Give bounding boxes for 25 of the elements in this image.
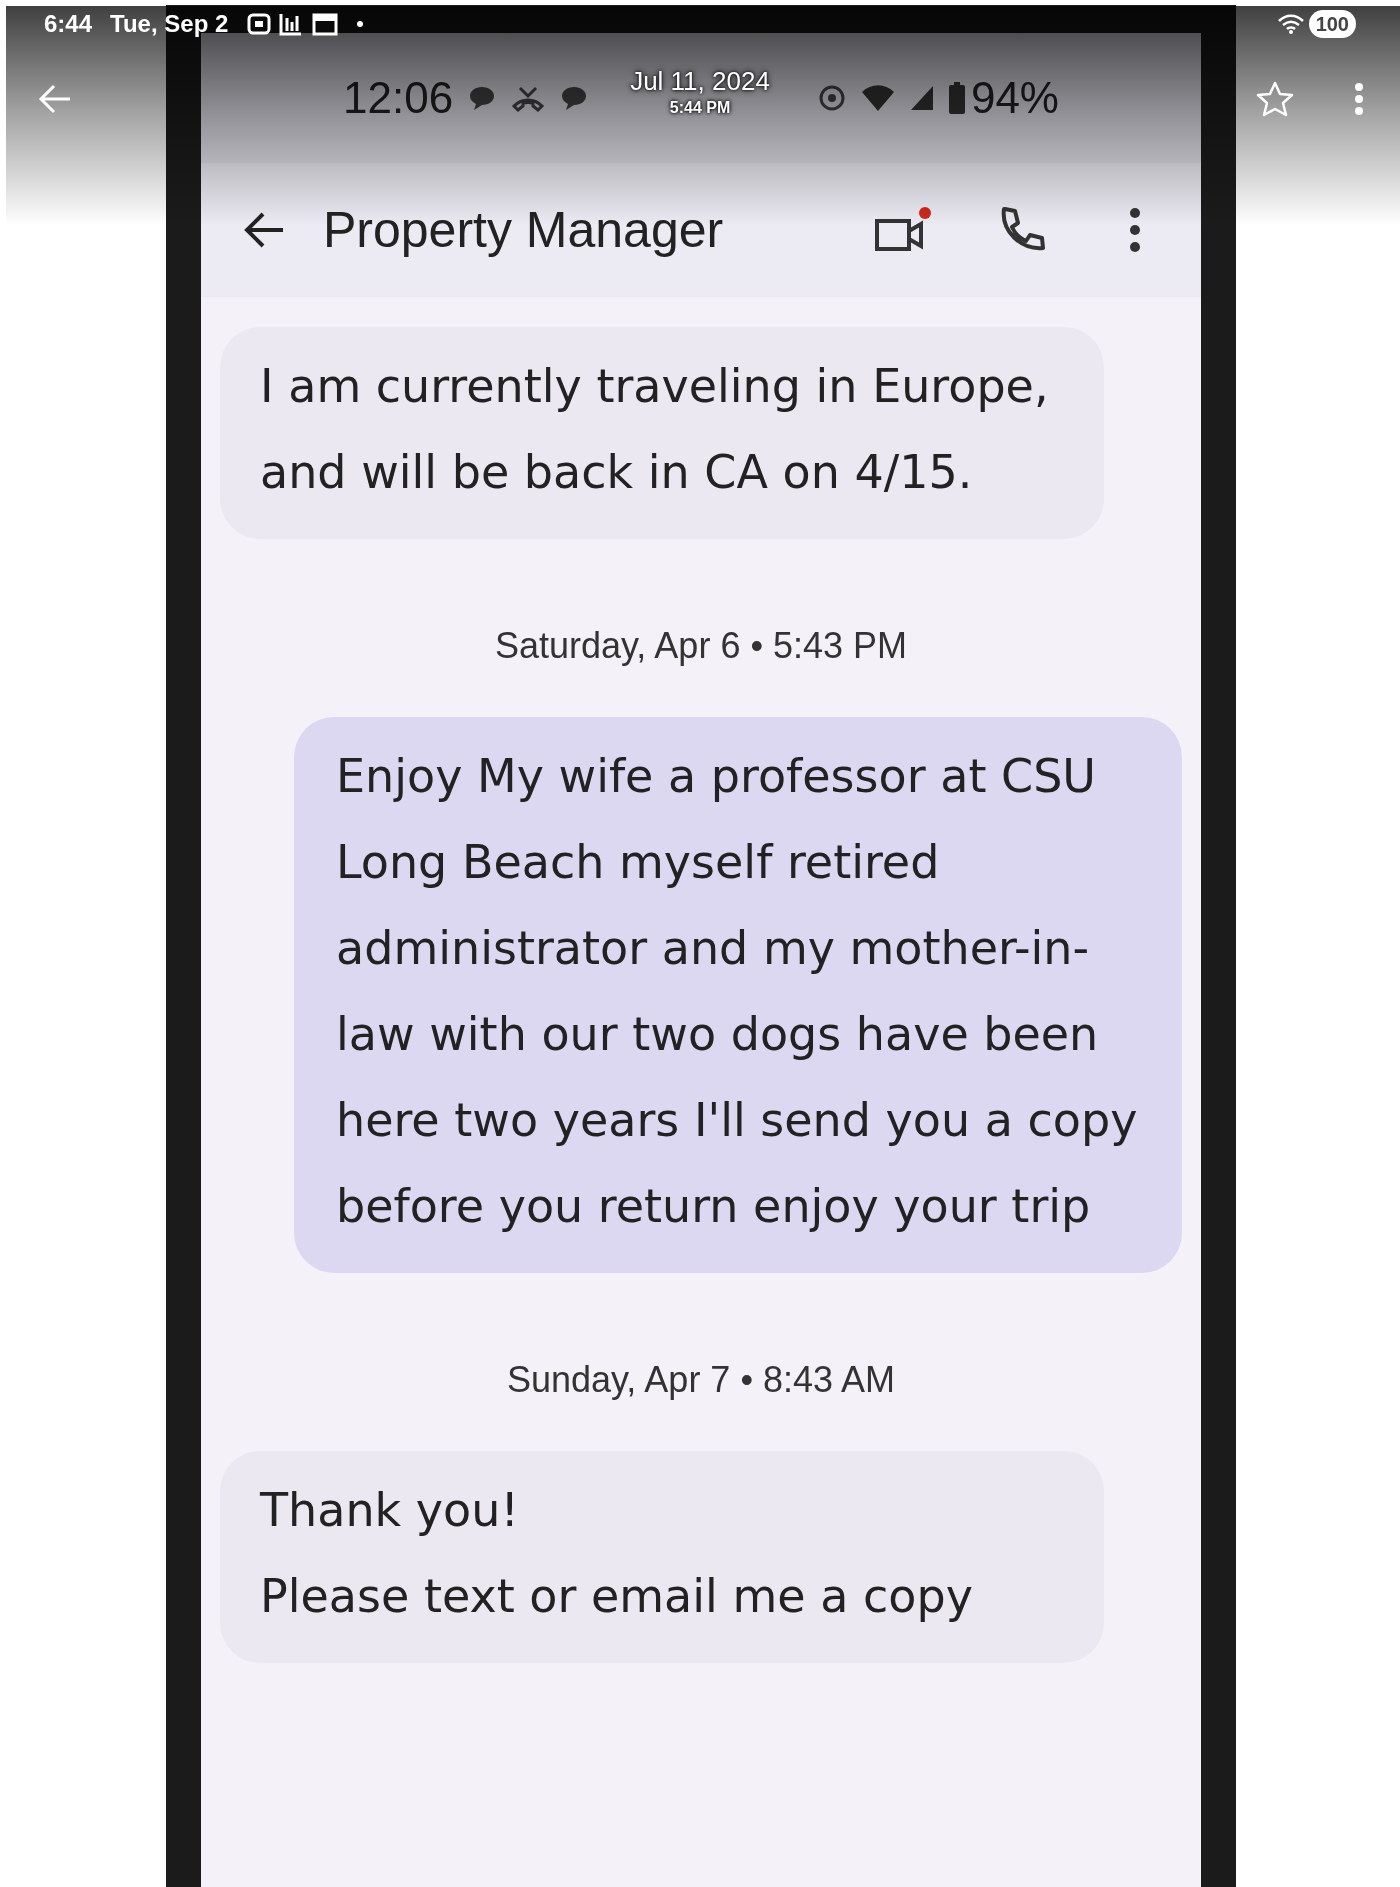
timestamp-overlay-time: 5:44 PM bbox=[669, 100, 731, 116]
video-camera-icon[interactable] bbox=[875, 207, 931, 253]
date-divider: Saturday, Apr 6 • 5:43 PM bbox=[494, 624, 908, 668]
battery-percentage: 94% bbox=[970, 72, 1059, 124]
device-time: 6:44 bbox=[44, 9, 93, 39]
contact-name: Property Manager bbox=[323, 200, 724, 260]
wifi-icon bbox=[1276, 12, 1305, 36]
battery-level: 100 bbox=[1308, 10, 1356, 38]
notification-dot-icon bbox=[356, 20, 365, 28]
timestamp-overlay-date: Jul 11, 2024 bbox=[630, 68, 770, 94]
sent-message: Enjoy My wife a professor at CSU Long Beach myself retired administrator and my mother-in-law with our two dogs have been here two years I'll send you a copy before you return enjoy your trip bbox=[294, 717, 1182, 1273]
status-time: 12:06 bbox=[343, 72, 454, 124]
calendar-icon bbox=[312, 12, 339, 36]
battery-icon bbox=[948, 82, 965, 114]
more-options-icon[interactable] bbox=[1129, 207, 1141, 253]
signal-icon bbox=[908, 84, 935, 112]
bar-chart-icon bbox=[278, 12, 303, 36]
device-date: Tue, Sep 2 bbox=[110, 9, 229, 39]
screenshot-icon bbox=[246, 12, 273, 36]
received-message: Thank you! Please text or email me a copy bbox=[220, 1451, 1104, 1663]
missed-call-icon bbox=[511, 84, 546, 112]
star-icon[interactable] bbox=[1256, 80, 1294, 118]
wifi-icon bbox=[860, 84, 895, 112]
date-divider: Sunday, Apr 7 • 8:43 AM bbox=[506, 1358, 896, 1402]
received-message: I am currently traveling in Europe, and will be back in CA on 4/15. bbox=[220, 327, 1104, 539]
